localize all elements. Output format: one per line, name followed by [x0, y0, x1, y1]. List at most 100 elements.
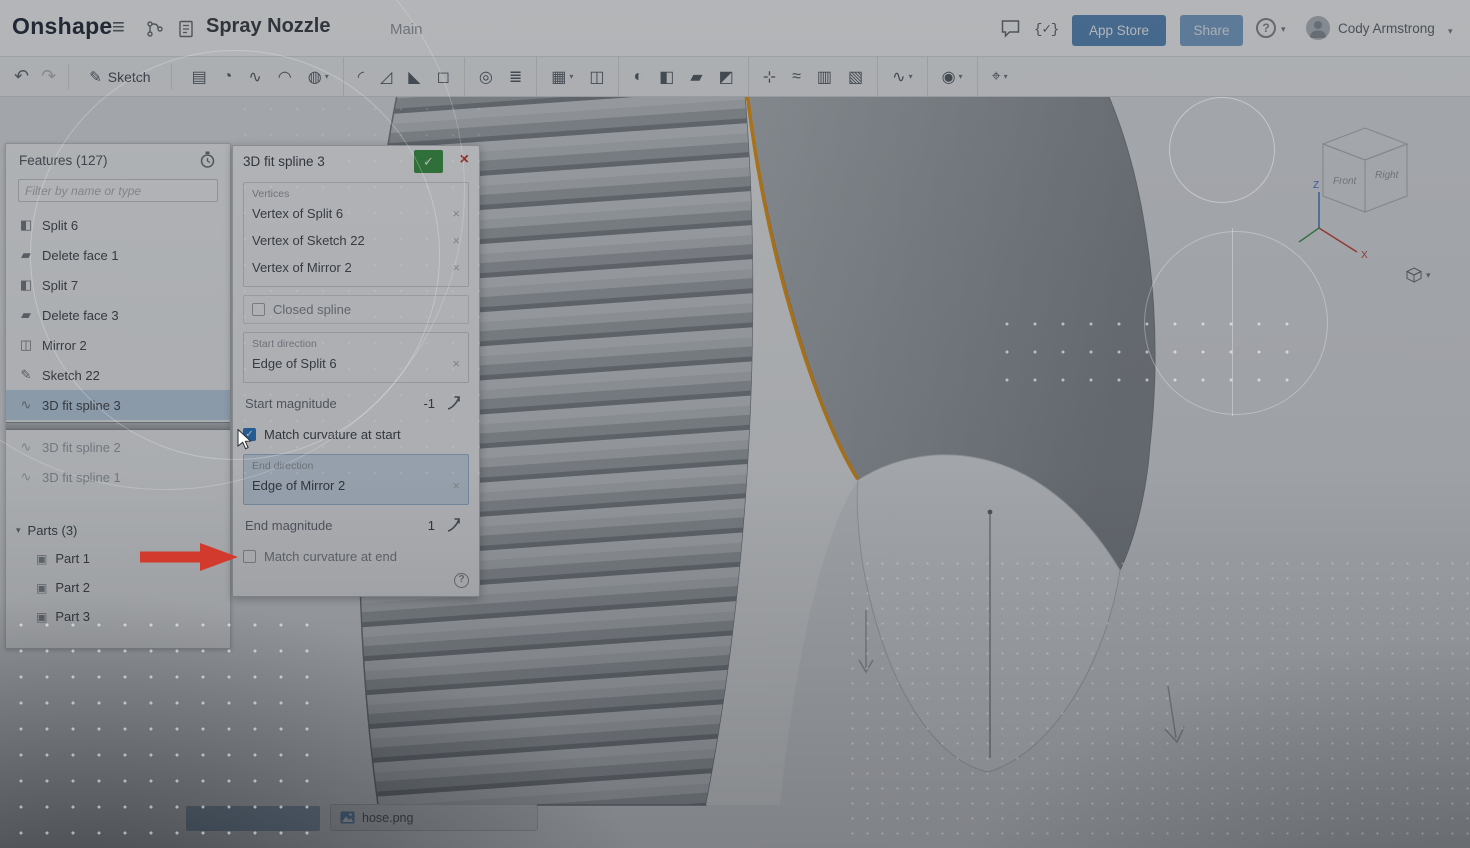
move-face-icon[interactable]: ◩ — [711, 57, 749, 97]
chevron-down-icon[interactable]: ▾ — [1426, 270, 1431, 281]
feature-item-split-7[interactable]: ◧Split 7 — [6, 270, 230, 300]
shell-icon[interactable]: ◻ — [429, 57, 465, 97]
feature-item-mirror-2[interactable]: ◫Mirror 2 — [6, 330, 230, 360]
enclose-icon[interactable]: ▧ — [840, 57, 878, 97]
chevron-down-icon[interactable]: ▾ — [1004, 72, 1008, 81]
viewcube-right-label[interactable]: Right — [1375, 170, 1400, 181]
chevron-down-icon[interactable]: ▾ — [959, 72, 963, 81]
chevron-down-icon[interactable]: ▾ — [325, 72, 329, 81]
app-store-button[interactable]: App Store — [1072, 15, 1166, 46]
feature-item-3d-fit-spline-1[interactable]: ∿3D fit spline 1 — [6, 462, 230, 492]
remove-icon[interactable]: × — [452, 200, 460, 227]
draft-icon[interactable]: ◣ — [400, 57, 428, 97]
chevron-down-icon[interactable]: ▾ — [1448, 26, 1453, 37]
tab-hose-png[interactable]: hose.png — [330, 804, 538, 831]
featurescript-icon[interactable]: {✓} — [1034, 21, 1059, 38]
workspace-name[interactable]: Main — [390, 21, 423, 38]
extrude-icon[interactable]: ▤ — [184, 57, 215, 97]
sketch-button[interactable]: ✎ Sketch — [81, 62, 158, 92]
chevron-down-icon[interactable]: ▾ — [569, 72, 573, 81]
help-icon[interactable]: ? — [1256, 18, 1276, 38]
document-title[interactable]: Spray Nozzle — [206, 15, 330, 38]
end-magnitude-input[interactable]: 1 — [428, 515, 435, 537]
match-curvature-start-row[interactable]: ✓ Match curvature at start — [243, 427, 469, 442]
transform-icon[interactable]: ⊹ — [755, 57, 784, 97]
curve-tools-icon[interactable]: ∿▾ — [884, 57, 927, 97]
remove-icon[interactable]: × — [452, 254, 460, 281]
chamfer-icon[interactable]: ◿ — [372, 57, 400, 97]
offset-surface-icon[interactable]: ≈ — [784, 57, 809, 97]
move-face-glyph: ◩ — [719, 67, 734, 87]
vertex-item[interactable]: Vertex of Mirror 2× — [252, 254, 460, 281]
history-clock-icon[interactable] — [199, 151, 216, 169]
vertex-item[interactable]: Vertex of Sketch 22× — [252, 227, 460, 254]
undo-icon[interactable]: ↶ — [14, 66, 29, 87]
x-axis-label: X — [1361, 250, 1368, 261]
versions-icon[interactable] — [145, 19, 165, 39]
loft-icon[interactable]: ◠ — [270, 57, 300, 97]
thicken-icon[interactable]: ▥ — [809, 57, 840, 97]
filter-input[interactable] — [18, 179, 218, 202]
view-cube[interactable]: Front Right Z X — [1295, 100, 1445, 275]
pattern-icon[interactable]: ▦▾ — [543, 57, 581, 97]
feature-item-3d-fit-spline-2[interactable]: ∿3D fit spline 2 — [6, 432, 230, 462]
user-avatar[interactable] — [1306, 16, 1330, 40]
accept-button[interactable]: ✓ — [414, 150, 443, 173]
spline-endpoint[interactable] — [988, 510, 993, 515]
share-button[interactable]: Share — [1180, 15, 1243, 46]
end-direction-text: Edge of Mirror 2 — [252, 478, 345, 493]
start-magnitude-input[interactable]: -1 — [423, 393, 435, 415]
rib-icon[interactable]: ≣ — [501, 57, 537, 97]
remove-icon[interactable]: × — [452, 472, 460, 499]
vertex-item[interactable]: Vertex of Split 6× — [252, 200, 460, 227]
split-icon[interactable]: ◧ — [651, 57, 682, 97]
end-direction-value[interactable]: Edge of Mirror 2 × — [252, 472, 460, 499]
fillet-icon[interactable]: ◜ — [350, 57, 372, 97]
dialog-help-icon[interactable]: ? — [454, 573, 469, 588]
onshape-logo[interactable]: Onshape — [12, 13, 113, 40]
sweep-icon[interactable]: ∿ — [240, 57, 269, 97]
workspace-units-icon[interactable] — [176, 19, 196, 39]
remove-icon[interactable]: × — [452, 227, 460, 254]
start-direction-value[interactable]: Edge of Split 6 × — [252, 350, 460, 377]
document-tab[interactable] — [186, 806, 320, 831]
selection-tools-icon[interactable]: ⌖▾ — [984, 57, 1016, 97]
feature-item-delete-face-3[interactable]: ▰Delete face 3 — [6, 300, 230, 330]
surface-tools-icon[interactable]: ◍▾ — [300, 57, 344, 97]
feature-item-sketch-22[interactable]: ✎Sketch 22 — [6, 360, 230, 390]
part-item-part-2[interactable]: ▣Part 2 — [6, 573, 230, 602]
parts-section-header[interactable]: ▾ Parts (3) — [6, 516, 230, 544]
chevron-down-icon[interactable]: ▾ — [16, 525, 21, 536]
primitive-tools-icon[interactable]: ◉▾ — [934, 57, 978, 97]
hole-icon[interactable]: ◎ — [471, 57, 501, 97]
view-options-button[interactable]: ▾ — [1405, 266, 1431, 284]
boolean-icon[interactable]: ◐ — [625, 57, 651, 97]
redo-icon[interactable]: ↷ — [41, 66, 56, 87]
rollback-bar[interactable] — [6, 422, 230, 430]
delete-face-icon[interactable]: ▰ — [682, 57, 710, 97]
feature-item-split-6[interactable]: ◧Split 6 — [6, 210, 230, 240]
chevron-down-icon[interactable]: ▾ — [909, 72, 913, 81]
comments-icon[interactable] — [1000, 18, 1021, 39]
revolve-icon[interactable]: ◔ — [215, 57, 241, 97]
chevron-down-icon[interactable]: ▾ — [1281, 24, 1286, 35]
closed-spline-checkbox[interactable] — [252, 303, 265, 316]
image-file-icon — [340, 811, 355, 824]
match-curvature-end-checkbox[interactable] — [243, 550, 256, 563]
feature-label: 3D fit spline 2 — [42, 440, 121, 455]
part-icon: ▣ — [36, 581, 47, 595]
match-curvature-end-row[interactable]: Match curvature at end — [243, 549, 469, 564]
feature-item-delete-face-1[interactable]: ▰Delete face 1 — [6, 240, 230, 270]
closed-spline-row[interactable]: Closed spline — [243, 295, 469, 324]
mirror-icon[interactable]: ◫ — [581, 57, 619, 97]
z-axis-label: Z — [1313, 180, 1319, 191]
cancel-button[interactable]: × — [460, 151, 469, 169]
main-menu-icon[interactable]: ≡ — [112, 14, 125, 40]
part-item-part-3[interactable]: ▣Part 3 — [6, 602, 230, 631]
user-name[interactable]: Cody Armstrong — [1338, 21, 1435, 36]
viewcube-front-label[interactable]: Front — [1333, 176, 1358, 187]
flip-tangent-icon[interactable] — [445, 516, 463, 534]
feature-item-3d-fit-spline-3[interactable]: ∿3D fit spline 3 — [6, 390, 230, 420]
remove-icon[interactable]: × — [452, 350, 460, 377]
flip-tangent-icon[interactable] — [445, 394, 463, 412]
